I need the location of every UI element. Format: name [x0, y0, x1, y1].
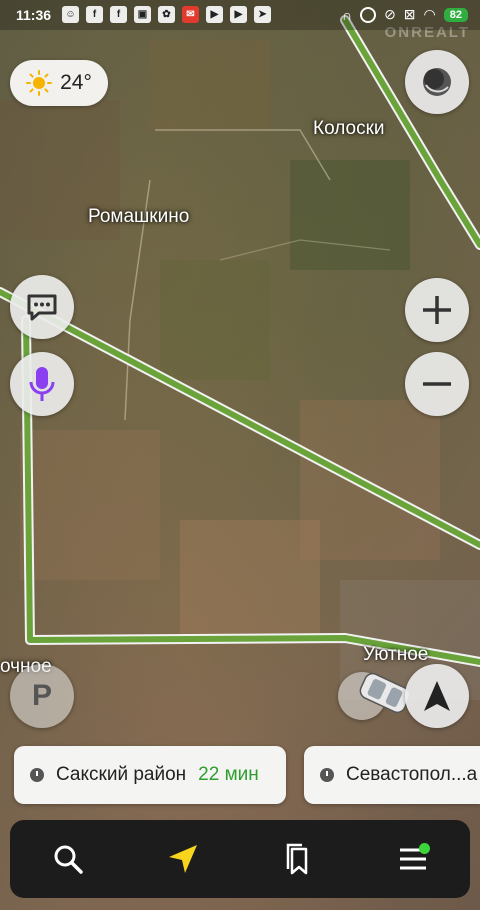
place-label-romashkino: Ромашкино: [88, 206, 190, 227]
notification-icon: ☺: [62, 6, 79, 23]
place-label-utnoe: Уютное: [363, 644, 429, 665]
chat-button[interactable]: [10, 275, 74, 339]
scan-icon: ▣: [134, 6, 151, 23]
headset-icon: ∩: [342, 6, 353, 23]
microphone-icon: [29, 367, 55, 401]
status-app-icons: ☺ f f ▣ ✿ ✉ ▶ ▶ ➤: [62, 6, 271, 23]
nav-bookmarks[interactable]: [268, 829, 328, 889]
clock-icon: [30, 768, 44, 782]
youtube-icon: ▶: [230, 6, 247, 23]
menu-notification-dot: [418, 843, 430, 854]
sun-icon: [26, 70, 53, 96]
hotspot-icon: [360, 6, 377, 23]
place-label-kolosky: Колоски: [313, 118, 385, 139]
status-bar: 11:36 ☺ f f ▣ ✿ ✉ ▶ ▶ ➤ ∩ ⊘ ⊠ ◠ 82: [0, 0, 480, 30]
weather-widget[interactable]: 24°: [10, 60, 108, 106]
parking-button[interactable]: P: [10, 664, 74, 728]
route-destination: Севастопол...а: [346, 764, 478, 785]
route-line: [0, 15, 480, 667]
nav-search[interactable]: [38, 829, 98, 889]
facebook-icon: f: [86, 6, 103, 23]
search-icon: [54, 845, 83, 874]
clock-icon: [320, 768, 334, 782]
mail-icon: ✉: [182, 6, 199, 23]
pinwheel-icon: ✿: [158, 6, 175, 23]
wifi-icon: ◠: [423, 6, 436, 22]
route-destination: Сакский район: [56, 764, 187, 785]
zoom-out-button[interactable]: [405, 352, 469, 416]
minus-icon: [423, 382, 451, 386]
voice-button[interactable]: [10, 352, 74, 416]
bottom-navigation: [10, 820, 470, 898]
layers-button[interactable]: [405, 50, 469, 114]
nav-menu[interactable]: [383, 829, 443, 889]
battery-indicator: 82: [443, 7, 468, 22]
navigation-icon: [168, 845, 197, 873]
route-chip-saki[interactable]: Сакский район 22 мин: [14, 746, 286, 804]
chat-bubble-icon: [27, 294, 57, 321]
route-eta: 22 мин: [198, 764, 259, 785]
nav-navigation[interactable]: [153, 829, 213, 889]
youtube-icon: ▶: [206, 6, 223, 23]
status-system-icons: ∩ ⊘ ⊠ ◠ 82: [342, 6, 468, 23]
bookmarks-icon: [286, 843, 307, 875]
navigate-button[interactable]: [405, 664, 469, 728]
route-chip-sevastopol[interactable]: Севастопол...а: [304, 746, 480, 804]
status-time: 11:36: [16, 7, 52, 23]
navigation-arrow-icon: [424, 681, 450, 711]
sim-off-icon: ⊠: [403, 6, 416, 22]
temperature: 24°: [60, 71, 92, 94]
zoom-in-button[interactable]: [405, 278, 469, 342]
layers-icon: [423, 68, 451, 96]
alarm-off-icon: ⊘: [384, 6, 396, 22]
send-icon: ➤: [254, 6, 271, 23]
parking-label: P: [31, 679, 52, 712]
facebook-icon: f: [110, 6, 127, 23]
plus-icon: [423, 296, 451, 324]
